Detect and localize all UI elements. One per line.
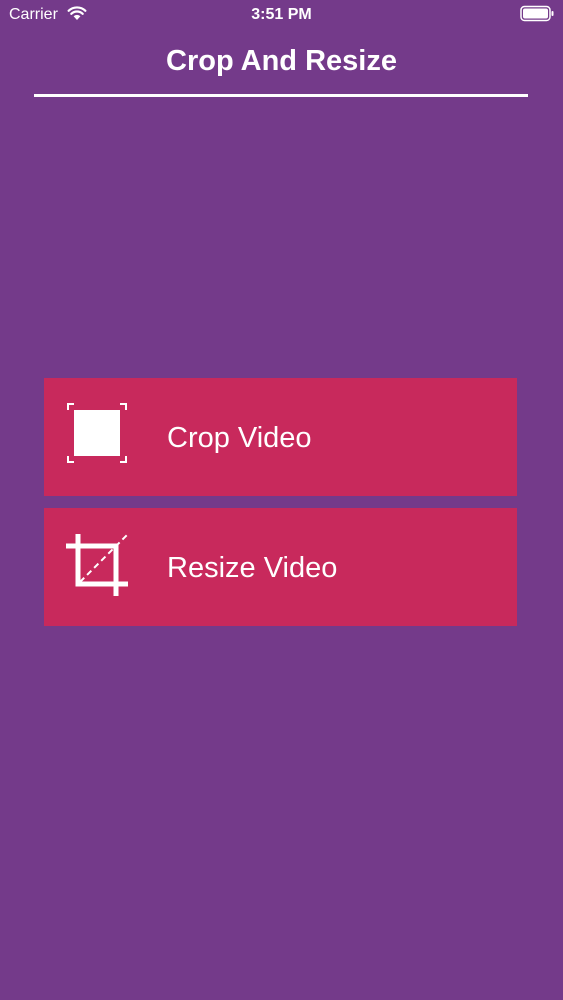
- resize-video-label: Resize Video: [167, 552, 338, 584]
- crop-video-label: Crop Video: [167, 422, 312, 454]
- page-title: Crop And Resize: [166, 45, 397, 77]
- crop-video-button[interactable]: Crop Video: [44, 378, 517, 496]
- battery-icon: [520, 5, 554, 22]
- resize-video-button[interactable]: Resize Video: [44, 508, 517, 626]
- status-bar: Carrier 3:51 PM: [0, 0, 563, 30]
- status-time: 3:51 PM: [251, 6, 312, 23]
- crop-frame-icon: [67, 403, 127, 463]
- title-divider: [34, 94, 528, 97]
- crop-resize-icon: [66, 534, 128, 596]
